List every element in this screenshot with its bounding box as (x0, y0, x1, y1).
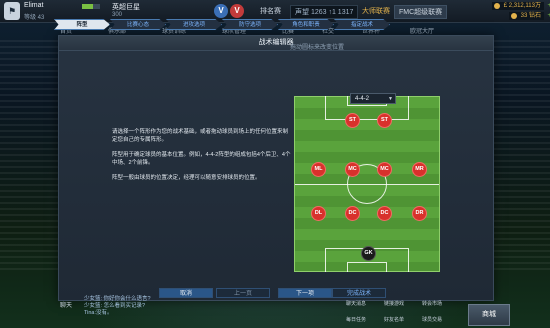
stand-left (0, 40, 60, 270)
rank-value: 声望 1263 ↑1 1317 (290, 5, 359, 19)
menu-transfer-market[interactable]: 转会市场 (422, 300, 442, 307)
master-league-button[interactable]: FMC超级联赛 (394, 5, 448, 19)
shop-button[interactable]: 商城 (468, 304, 510, 326)
master-league-label: 大师联赛 (362, 8, 390, 15)
player-mr[interactable]: MR (412, 162, 427, 177)
description-para-1: 请选择一个阵形作为您的战术基础，或者拖动球员到场上的任何位置来制定您自己的专属阵… (112, 129, 289, 143)
step-formation[interactable]: 阵型 (54, 19, 110, 30)
next-button[interactable]: 下一项 (278, 288, 332, 298)
player-dc-right[interactable]: DC (377, 206, 392, 221)
player-st-right[interactable]: ST (377, 113, 392, 128)
player-ml[interactable]: ML (311, 162, 326, 177)
player-label: DC (345, 206, 360, 221)
modal-title: 战术编辑器 (59, 36, 493, 51)
money-value: £ 2,312,113万 (503, 3, 541, 9)
chat-line: Tina:没有。 (84, 310, 113, 316)
formation-dropdown[interactable]: 4-4-2 ▼ (350, 93, 396, 104)
player-label: GK (361, 246, 376, 261)
gem-icon (510, 13, 517, 19)
step-roles[interactable]: 角色和职责 (278, 19, 334, 30)
chevron-down-icon: ▼ (388, 96, 393, 102)
bottom-goal-box (347, 262, 387, 272)
currency-money: £ 2,312,113万 + (491, 2, 550, 10)
menu-friends[interactable]: 好友名单 (384, 316, 404, 323)
club-crest-icon[interactable]: ⚑ (4, 2, 20, 20)
step-assign-tactics[interactable]: 指定战术 (334, 19, 390, 30)
player-label: MR (412, 162, 427, 177)
player-mc-right[interactable]: MC (377, 162, 392, 177)
currency-gems: 33 钻石 + (508, 12, 550, 20)
formation-description: 请选择一个阵形作为您的战术基础，或者拖动球员到场上的任何位置来制定您自己的专属阵… (112, 128, 292, 189)
chat-tab[interactable]: 聊天 (60, 300, 72, 309)
nav-item-ucl[interactable]: 欧冠大厅 (410, 26, 434, 35)
step-defense-options[interactable]: 防守选项 (222, 19, 278, 30)
player-dc-left[interactable]: DC (345, 206, 360, 221)
step-attack-options[interactable]: 进攻选项 (166, 19, 222, 30)
menu-daily-tasks[interactable]: 每日任务 (346, 316, 366, 323)
menu-link-game[interactable]: 链接游戏 (384, 300, 404, 307)
user-name: Elimat (24, 2, 44, 9)
coin-icon (493, 3, 500, 9)
player-label: DC (377, 206, 392, 221)
player-label: MC (377, 162, 392, 177)
rank-label: 排名赛 (260, 8, 281, 15)
player-st-left[interactable]: ST (345, 113, 360, 128)
player-label: ST (345, 113, 360, 128)
player-label: MC (345, 162, 360, 177)
level-progress-bar (82, 4, 100, 9)
formation-value: 4-4-2 (355, 96, 370, 102)
chat-log: 少女篮: 你好你会什么语言? 少女篮: 怎么看到买记录? Tina:没有。 (84, 296, 264, 317)
player-label: ML (311, 162, 326, 177)
description-para-2: 阵型用于确定球员的基本位置。例如，4-4-2阵型的组成包括4个后卫、4个中场、2… (112, 152, 291, 166)
player-label: ST (377, 113, 392, 128)
club-name: 英超巨星 (112, 4, 140, 11)
chat-line: 少女篮: 你好你会什么语言? (84, 296, 151, 302)
club-sub: 300 (112, 12, 123, 18)
menu-chat-messages[interactable]: 聊天消息 (346, 300, 366, 307)
player-label: DL (311, 206, 326, 221)
stand-right (490, 40, 550, 270)
vip-button-a[interactable]: V (214, 4, 228, 18)
chat-line: 少女篮: 怎么看到买记录? (84, 303, 146, 309)
wizard-steps: 阵型 比赛心态 进攻选项 防守选项 角色和职责 指定战术 (54, 19, 390, 30)
player-mc-left[interactable]: MC (345, 162, 360, 177)
user-level: 等级 43 (24, 15, 45, 21)
player-gk[interactable]: GK (361, 246, 376, 261)
gems-value: 33 钻石 (520, 13, 541, 19)
step-mentality[interactable]: 比赛心态 (110, 19, 166, 30)
drag-hint: 拖动圆标来改变位置 (290, 45, 345, 51)
player-label: DR (412, 206, 427, 221)
description-para-3: 阵型一般由球员的位置决定，经理可以随意安排球员的位置。 (112, 175, 261, 181)
menu-player-trade[interactable]: 球员交易 (422, 316, 442, 323)
vip-button-b[interactable]: V (230, 4, 244, 18)
player-dr[interactable]: DR (412, 206, 427, 221)
player-dl[interactable]: DL (311, 206, 326, 221)
